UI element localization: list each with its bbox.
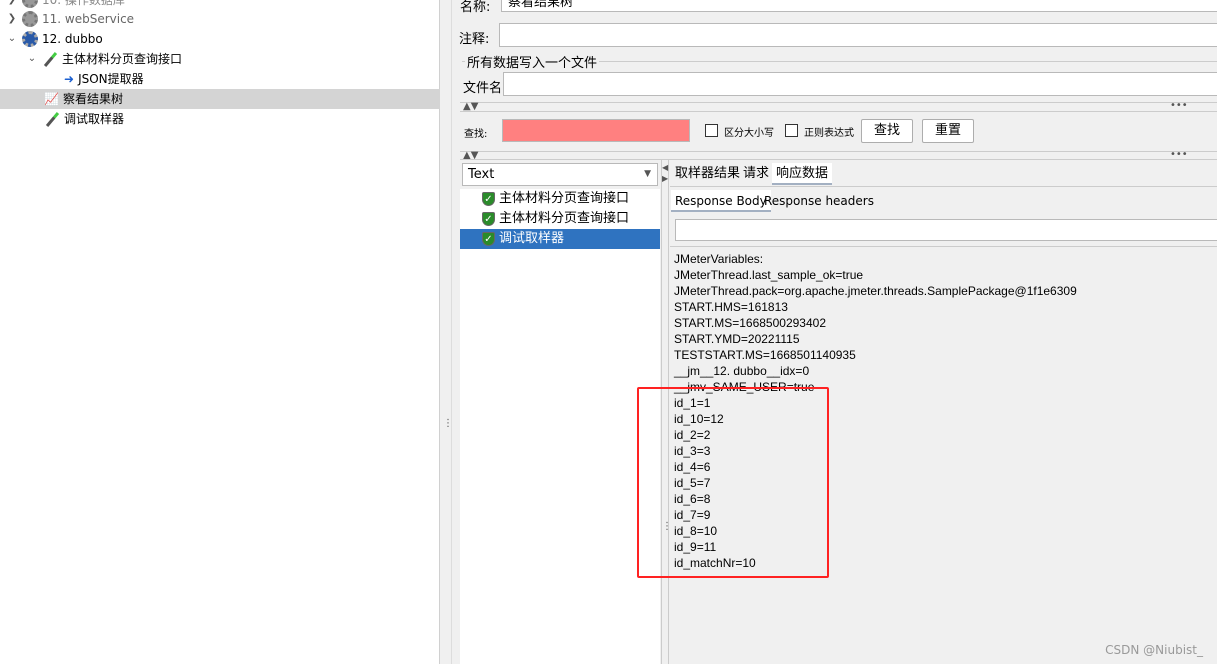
chevron-down-icon[interactable]: ⌄: [6, 29, 18, 49]
name-label: 名称:: [460, 0, 491, 15]
chevron-down-icon: ▼: [644, 169, 651, 179]
tab-sampler-result[interactable]: 取样器结果: [675, 163, 740, 185]
more-icon[interactable]: •••: [1170, 100, 1188, 111]
response-line: __jm__12. dubbo__idx=0: [674, 364, 810, 378]
tab-response-data[interactable]: 响应数据: [772, 163, 833, 185]
renderer-select[interactable]: Text ▼: [462, 163, 658, 186]
file-group-title: 所有数据写入一个文件: [465, 52, 600, 71]
chevron-down-icon[interactable]: ⌄: [26, 49, 38, 69]
tree-node-json-extractor[interactable]: ➜ JSON提取器: [64, 69, 144, 89]
response-line: TESTSTART.MS=1668501140935: [674, 348, 856, 362]
response-line: JMeterThread.last_sample_ok=true: [674, 268, 864, 282]
success-shield-icon: ✓: [482, 232, 495, 246]
result-item[interactable]: ✓ 主体材料分页查询接口: [460, 209, 660, 229]
reset-button[interactable]: 重置: [922, 119, 974, 143]
extractor-icon: ➜: [64, 72, 75, 86]
test-plan-tree: ❯10. 操作数据库 ❯11. webService ⌄12. dubbo ⌄主…: [0, 0, 440, 664]
response-line: JMeterThread.pack=org.apache.jmeter.thre…: [674, 284, 1077, 298]
response-line: START.YMD=20221115: [674, 332, 800, 346]
response-line: START.MS=1668500293402: [674, 316, 826, 330]
comment-input[interactable]: [499, 23, 1217, 47]
tree-node-view-results-tree[interactable]: 📈 察看结果树: [0, 89, 440, 109]
case-sensitive-checkbox[interactable]: [705, 124, 718, 137]
gear-icon: [22, 11, 38, 27]
case-sensitive-label: 区分大小写: [724, 128, 774, 139]
pipette-icon: [42, 51, 58, 67]
regex-label: 正则表达式: [804, 128, 854, 139]
pipette-icon: [44, 111, 60, 127]
find-button[interactable]: 查找: [861, 119, 913, 143]
tree-node-webservice[interactable]: ❯ 11. webService: [6, 9, 134, 29]
comment-label: 注释:: [459, 32, 490, 47]
splitter-handle[interactable]: ⋮: [440, 0, 453, 664]
result-item[interactable]: ✓ 主体材料分页查询接口: [460, 189, 660, 209]
success-shield-icon: ✓: [482, 212, 495, 226]
response-search-input[interactable]: [675, 219, 1217, 241]
graph-icon: 📈: [44, 92, 59, 106]
regex-checkbox[interactable]: [785, 124, 798, 137]
gear-icon: [22, 31, 38, 47]
tree-node-debug-sampler[interactable]: 调试取样器: [44, 109, 124, 129]
filename-input[interactable]: [503, 72, 1217, 96]
filename-label: 文件名: [463, 81, 503, 96]
subtab-response-body[interactable]: Response Body: [671, 190, 771, 212]
response-line: START.HMS=161813: [674, 300, 788, 314]
chevron-right-icon[interactable]: ❯: [6, 9, 18, 29]
tab-request[interactable]: 请求: [743, 163, 769, 185]
watermark: CSDN @Niubist_: [1105, 643, 1203, 657]
results-list: ✓ 主体材料分页查询接口 ✓ 主体材料分页查询接口 ✓ 调试取样器: [460, 189, 660, 664]
highlight-box: [637, 387, 829, 578]
tree-node-dubbo[interactable]: ⌄ 12. dubbo: [6, 29, 103, 49]
name-input[interactable]: [501, 0, 1217, 12]
tree-node-sampler[interactable]: ⌄ 主体材料分页查询接口: [26, 49, 182, 69]
success-shield-icon: ✓: [482, 192, 495, 206]
result-item[interactable]: ✓ 调试取样器: [460, 229, 660, 249]
response-line: JMeterVariables:: [674, 252, 764, 266]
search-label: 查找:: [464, 129, 488, 140]
search-input[interactable]: [502, 119, 690, 142]
subtab-response-headers[interactable]: Response headers: [764, 190, 874, 212]
gear-icon: [22, 0, 38, 8]
